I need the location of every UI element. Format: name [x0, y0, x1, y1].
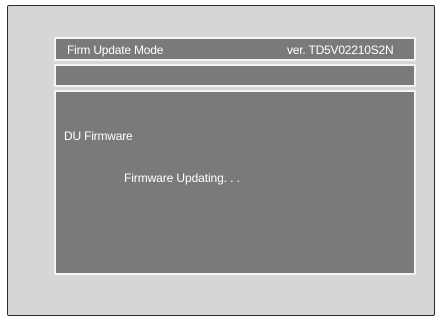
device-screen: Firm Update Mode ver. TD5V02210S2N DU Fi…	[7, 5, 435, 316]
mode-title: Firm Update Mode	[67, 43, 164, 57]
update-progress-panel: DU Firmware Firmware Updating. . .	[54, 90, 416, 275]
firmware-version: ver. TD5V02210S2N	[287, 43, 394, 57]
firmware-component-label: DU Firmware	[64, 129, 133, 143]
update-status-label: Firmware Updating. . .	[124, 171, 240, 185]
firmware-update-header: Firm Update Mode ver. TD5V02210S2N	[54, 37, 416, 61]
blank-status-bar	[54, 64, 416, 87]
